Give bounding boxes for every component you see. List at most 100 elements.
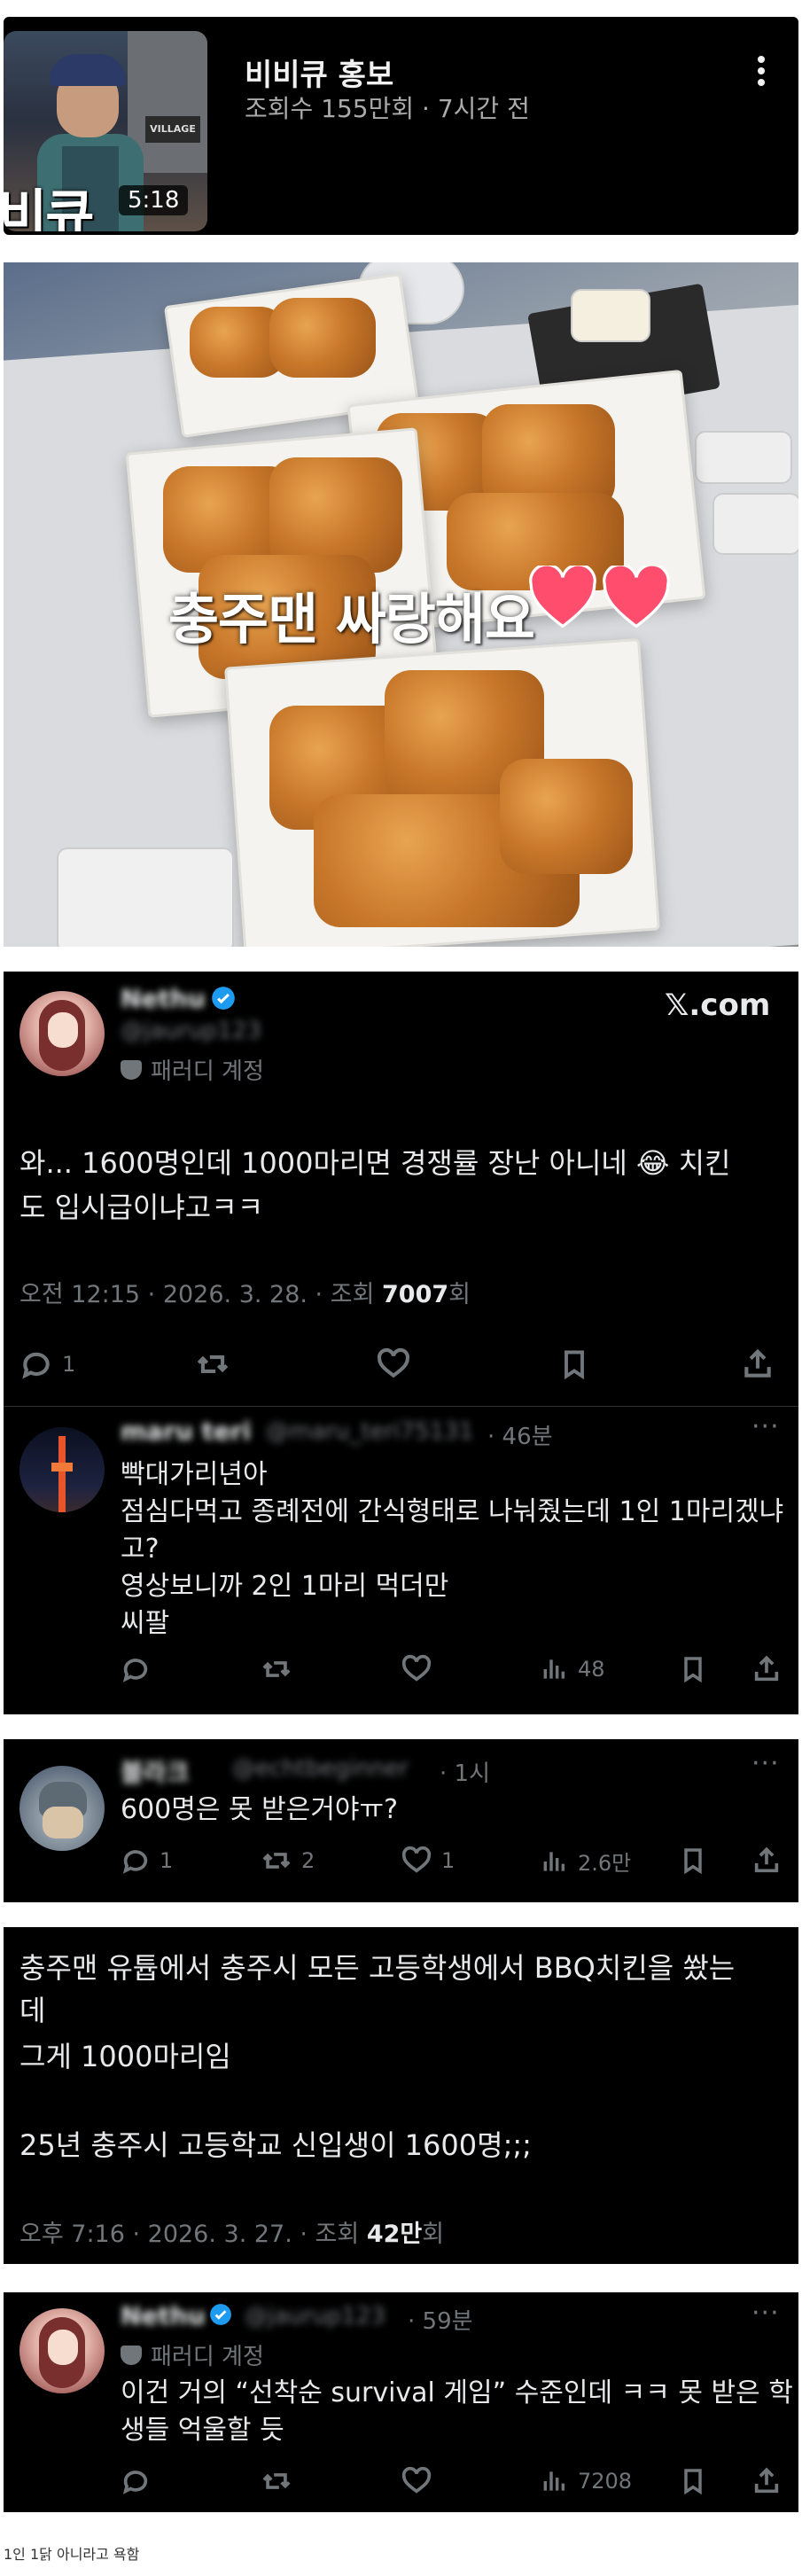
bookmark-button[interactable]	[679, 1846, 707, 1876]
reply-icon	[122, 1850, 148, 1874]
share-icon	[754, 1655, 779, 1682]
photo-caption: 충주맨 싸랑해요	[168, 587, 535, 652]
video-meta: 조회수 155만회 · 7시간 전	[245, 94, 530, 123]
views-icon	[543, 2471, 565, 2491]
heart-icon	[401, 2466, 432, 2494]
thumbnail-sign: VILLAGE	[145, 116, 200, 143]
reply-text-line: 영상보니까 2인 1마리 먹더만	[121, 1571, 449, 1602]
retweet-button[interactable]	[195, 1347, 230, 1381]
tweet-timestamp: 오전 12:15 · 2026. 3. 28. · 조회 7007회	[19, 1281, 471, 1308]
reply-icon	[22, 1352, 50, 1379]
like-button[interactable]	[401, 2466, 432, 2496]
avatar[interactable]	[19, 2308, 105, 2393]
reply-button[interactable]	[121, 2466, 151, 2496]
reply-icon	[122, 2471, 148, 2494]
youtube-video-card[interactable]: VILLAGE 비큐 5:18 비비큐 홍보 조회수 155만회 · 7시간 전	[4, 17, 798, 235]
reply-text-line: 씨팔	[121, 1608, 170, 1639]
retweet-button[interactable]	[261, 1654, 292, 1684]
bookmark-button[interactable]	[679, 1654, 707, 1684]
avatar[interactable]	[19, 1427, 105, 1512]
x-logo: 𝕏.com	[665, 987, 771, 1023]
user-handle[interactable]: @jaurup123	[121, 1018, 261, 1044]
parody-account-label: 패러디 계정	[121, 1053, 264, 1086]
like-button[interactable]	[376, 1347, 411, 1381]
share-icon	[744, 1348, 771, 1378]
retweet-icon	[262, 1661, 291, 1677]
tweet-card: Nethu @jaurup123 패러디 계정 𝕏.com 와... 1600명…	[4, 972, 798, 1714]
tweet-text-line: 그게 1000마리임	[19, 2040, 231, 2073]
reply-text-line: 이건 거의 “선착순 survival 게임” 수준인데 ㅋㅋ 못 받은 학	[121, 2377, 793, 2408]
thumbnail-hat	[50, 54, 126, 86]
tweet-text-line: 25년 충주시 고등학교 신입생이 1600명;;;	[19, 2128, 532, 2162]
share-button[interactable]	[751, 2466, 782, 2496]
verified-badge-icon	[210, 2304, 231, 2325]
retweet-button[interactable]	[261, 2466, 292, 2496]
like-button[interactable]	[401, 1654, 432, 1684]
mask-icon	[121, 2345, 142, 2365]
views-button[interactable]: 7208	[541, 2466, 632, 2496]
video-title[interactable]: 비비큐 홍보	[245, 51, 393, 94]
tweet-text-line: 도 입시급이냐고ㅋㅋ	[19, 1190, 264, 1224]
avatar[interactable]	[19, 991, 105, 1076]
reply-text-line: 빡대가리년아	[121, 1459, 268, 1490]
thumbnail-text: 비큐	[4, 184, 94, 231]
tweet-text-line: 데	[19, 1994, 46, 2027]
reply-icon	[122, 1659, 148, 1682]
bookmark-icon	[684, 1657, 702, 1683]
video-duration-badge: 5:18	[119, 185, 189, 215]
bookmark-icon	[684, 2469, 702, 2495]
views-button[interactable]: 2.6만	[541, 1846, 631, 1877]
user-handle[interactable]: @echtbeginner	[232, 1755, 409, 1782]
user-handle[interactable]: @maru_teri75131	[266, 1418, 473, 1445]
bookmark-icon	[565, 1350, 584, 1380]
share-icon	[754, 2467, 779, 2494]
chicken-photo: 충주맨 싸랑해요	[4, 262, 798, 947]
share-icon	[754, 1846, 779, 1873]
bookmark-icon	[684, 1848, 702, 1875]
retweet-icon	[262, 1853, 291, 1869]
reply-text-line: 생들 억울할 듯	[121, 2415, 284, 2446]
views-button[interactable]: 48	[541, 1654, 605, 1684]
tweet-card: 충주맨 유튭에서 충주시 모든 고등학생에서 BBQ치킨을 쐈는 데 그게 10…	[4, 1927, 798, 2264]
reply-card: 블라크 @echtbeginner · 1시 ··· 600명은 못 받은거야ㅠ…	[4, 1739, 798, 1902]
heart-icons	[528, 566, 671, 633]
heart-icon	[377, 1347, 410, 1378]
reply-age: · 46분	[487, 1424, 553, 1450]
tweet-timestamp: 오후 7:16 · 2026. 3. 27. · 조회 42만회	[19, 2221, 445, 2248]
reply-card: Nethu @jaurup123 · 59분 ··· 패러디 계정 이건 거의 …	[4, 2292, 798, 2512]
bookmark-button[interactable]	[679, 2466, 707, 2496]
footnote-caption: 1인 1닭 아니라고 욕함	[4, 2546, 140, 2563]
more-options-icon[interactable]: ···	[751, 1748, 780, 1779]
reply-age: · 1시	[440, 1760, 490, 1787]
user-handle[interactable]: @jaurup123	[245, 2303, 385, 2330]
reply-age: · 59분	[408, 2308, 473, 2335]
views-icon	[543, 1851, 565, 1871]
share-button[interactable]	[741, 1347, 775, 1381]
reply-text-line: 점심다먹고 종례전에 간식형태로 나눠줬는데 1인 1마리겠냐	[121, 1496, 784, 1527]
user-name[interactable]: Nethu	[121, 984, 206, 1013]
tweet-text-line: 와... 1600명인데 1000마리면 경쟁률 장난 아니네 😂 치킨	[19, 1146, 731, 1180]
verified-badge-icon	[212, 987, 235, 1010]
user-name[interactable]: Nethu	[121, 2301, 206, 2330]
views-icon	[543, 1659, 565, 1679]
parody-account-label: 패러디 계정	[121, 2338, 264, 2371]
heart-icon	[401, 1846, 432, 1873]
mask-icon	[121, 1059, 142, 1080]
share-button[interactable]	[751, 1846, 782, 1876]
bookmark-button[interactable]	[558, 1347, 590, 1381]
reply-button[interactable]	[121, 1654, 151, 1684]
reply-text: 600명은 못 받은거야ㅠ?	[121, 1794, 399, 1825]
more-options-icon[interactable]: ···	[751, 1411, 780, 1442]
avatar[interactable]	[19, 1766, 105, 1851]
more-options-icon[interactable]: ···	[751, 2298, 780, 2329]
more-options-icon[interactable]	[748, 52, 775, 97]
retweet-button[interactable]: 2	[261, 1846, 315, 1876]
reply-button[interactable]: 1	[121, 1846, 173, 1876]
user-name[interactable]: 블라크	[121, 1753, 189, 1789]
share-button[interactable]	[751, 1654, 782, 1684]
retweet-icon	[197, 1355, 229, 1373]
like-button[interactable]: 1	[401, 1846, 455, 1876]
tweet-text-line: 충주맨 유튭에서 충주시 모든 고등학생에서 BBQ치킨을 쐈는	[19, 1951, 736, 1985]
reply-button[interactable]: 1	[19, 1347, 75, 1381]
user-name[interactable]: maru teri	[121, 1417, 251, 1446]
